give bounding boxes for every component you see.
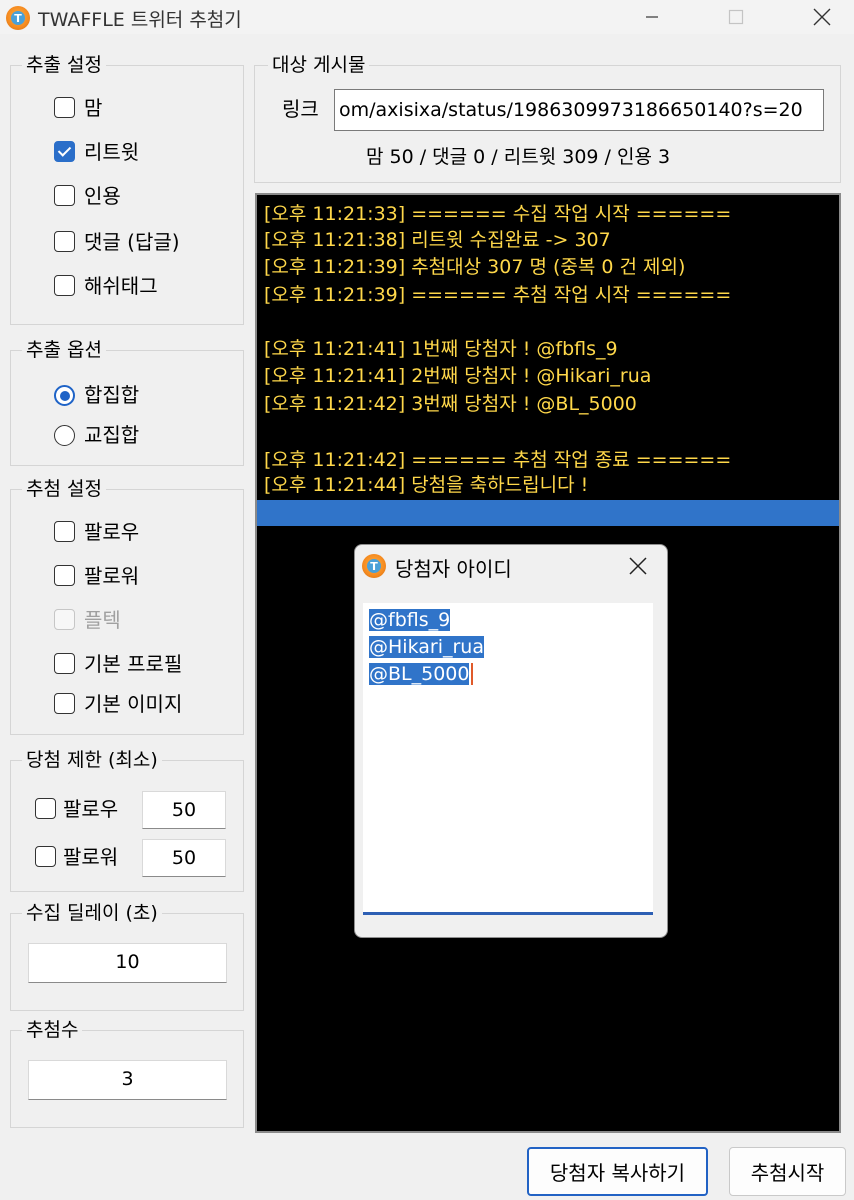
- log-line: [오후 11:21:42] ====== 추첨 작업 종료 ======: [264, 449, 732, 471]
- extract-settings-title: 추출 설정: [22, 53, 106, 77]
- log-line: [오후 11:21:41] 1번째 당첨자 ! @fbfls_9: [264, 338, 618, 360]
- checkbox-label: 댓글 (답글): [84, 230, 180, 254]
- copy-winners-button[interactable]: 당첨자 복사하기: [527, 1147, 708, 1196]
- checkbox-label: 맘: [84, 96, 103, 120]
- minimize-icon: [646, 16, 658, 18]
- draw-settings-title: 추첨 설정: [22, 477, 106, 501]
- checkbox-label: 리트윗: [84, 140, 140, 164]
- checkbox-box[interactable]: [54, 97, 75, 118]
- start-draw-button[interactable]: 추첨시작: [729, 1147, 846, 1196]
- extract-options-title: 추출 옵션: [22, 338, 106, 362]
- radio-circle[interactable]: [54, 425, 75, 446]
- dialog-title: 당첨자 아이디: [395, 557, 512, 581]
- checkbox-label: 플텍: [84, 608, 121, 632]
- log-line: [오후 11:21:41] 2번째 당첨자 ! @Hikari_rua: [264, 365, 652, 387]
- checkbox-label: 팔로우: [63, 797, 119, 821]
- log-line: [오후 11:21:38] 리트윗 수집완료 -> 307: [264, 229, 611, 251]
- link-input[interactable]: om/axisixa/status/1986309973186650140?s=…: [334, 89, 824, 131]
- checkbox-label: 인용: [84, 184, 121, 208]
- checkbox-limit-follower[interactable]: 팔로워: [33, 845, 139, 871]
- maximize-icon: [728, 9, 744, 25]
- checkbox-default-profile[interactable]: 기본 프로필: [52, 652, 232, 678]
- checkbox-reply[interactable]: 댓글 (답글): [52, 230, 222, 256]
- radio-circle[interactable]: [54, 385, 75, 406]
- winners-textbox[interactable]: @fbfls_9 @Hikari_rua @BL_5000: [363, 603, 653, 915]
- checkbox-box[interactable]: [54, 565, 75, 586]
- link-label: 링크: [282, 97, 319, 121]
- checkbox-label: 팔로워: [63, 845, 119, 869]
- checkbox-box[interactable]: [54, 185, 75, 206]
- checkbox-retweet[interactable]: 리트윗: [52, 140, 202, 166]
- checkbox-protected: 플텍: [52, 608, 202, 634]
- close-icon: [813, 8, 831, 26]
- winner-id: @fbfls_9: [369, 609, 451, 631]
- limit-follow-input[interactable]: 50: [142, 791, 226, 829]
- checkbox-box[interactable]: [54, 231, 75, 252]
- checkbox-box[interactable]: [54, 653, 75, 674]
- checkbox-box[interactable]: [54, 275, 75, 296]
- log-line: [오후 11:21:39] 추첨대상 307 명 (중복 0 건 제외): [264, 256, 686, 278]
- close-icon: [629, 557, 647, 575]
- text-caret: [471, 663, 473, 685]
- app-logo-icon: T: [6, 6, 30, 30]
- checkbox-box[interactable]: [54, 693, 75, 714]
- window-title: TWAFFLE 트위터 추첨기: [38, 9, 242, 31]
- draw-count-input[interactable]: 3: [28, 1060, 227, 1100]
- winner-id: @BL_5000: [369, 663, 470, 685]
- winner-id: @Hikari_rua: [369, 636, 484, 658]
- maximize-button[interactable]: [708, 0, 764, 34]
- win-limit-title: 당첨 제한 (최소): [22, 748, 162, 772]
- checkbox-quote[interactable]: 인용: [52, 184, 202, 210]
- checkbox-box[interactable]: [35, 846, 56, 867]
- draw-count-title: 추첨수: [22, 1018, 83, 1042]
- target-post-title: 대상 게시물: [268, 53, 370, 77]
- winners-dialog: T 당첨자 아이디 @fbfls_9 @Hikari_rua @BL_5000: [354, 544, 668, 938]
- log-line: [오후 11:21:39] ====== 추첨 작업 시작 ======: [264, 284, 732, 306]
- app-logo-icon: T: [362, 554, 386, 578]
- checkbox-box[interactable]: [54, 141, 75, 162]
- radio-label: 교집합: [84, 423, 140, 447]
- radio-union[interactable]: 합집합: [52, 383, 202, 409]
- title-bar: T TWAFFLE 트위터 추첨기: [0, 0, 854, 34]
- checkbox-label: 기본 이미지: [84, 692, 183, 716]
- collect-delay-title: 수집 딜레이 (초): [22, 901, 162, 925]
- checkbox-box: [54, 609, 75, 630]
- collect-delay-input[interactable]: 10: [28, 943, 227, 983]
- minimize-button[interactable]: [624, 0, 680, 34]
- checkbox-follower[interactable]: 팔로워: [52, 564, 202, 590]
- checkbox-box[interactable]: [54, 521, 75, 542]
- checkbox-follow[interactable]: 팔로우: [52, 520, 202, 546]
- checkbox-mention[interactable]: 맘: [52, 96, 202, 122]
- dialog-close-button[interactable]: [621, 549, 655, 583]
- radio-label: 합집합: [84, 383, 140, 407]
- checkbox-label: 해쉬태그: [84, 274, 158, 298]
- post-stats: 맘 50 / 댓글 0 / 리트윗 309 / 인용 3: [366, 146, 671, 168]
- close-window-button[interactable]: [794, 0, 850, 34]
- checkbox-default-image[interactable]: 기본 이미지: [52, 692, 232, 718]
- log-line: [오후 11:21:42] 3번째 당첨자 ! @BL_5000: [264, 393, 637, 415]
- checkbox-label: 기본 프로필: [84, 652, 183, 676]
- limit-follower-input[interactable]: 50: [142, 839, 226, 877]
- checkbox-limit-follow[interactable]: 팔로우: [33, 797, 139, 823]
- log-line: [오후 11:21:44] 당첨을 축하드립니다 !: [264, 474, 589, 496]
- checkbox-label: 팔로우: [84, 520, 140, 544]
- checkbox-label: 팔로워: [84, 564, 140, 588]
- radio-intersection[interactable]: 교집합: [52, 423, 202, 449]
- checkbox-hashtag[interactable]: 해쉬태그: [52, 274, 222, 300]
- checkbox-box[interactable]: [35, 798, 56, 819]
- log-line: [오후 11:21:33] ====== 수집 작업 시작 ======: [264, 203, 732, 225]
- log-selected-row[interactable]: [257, 500, 839, 526]
